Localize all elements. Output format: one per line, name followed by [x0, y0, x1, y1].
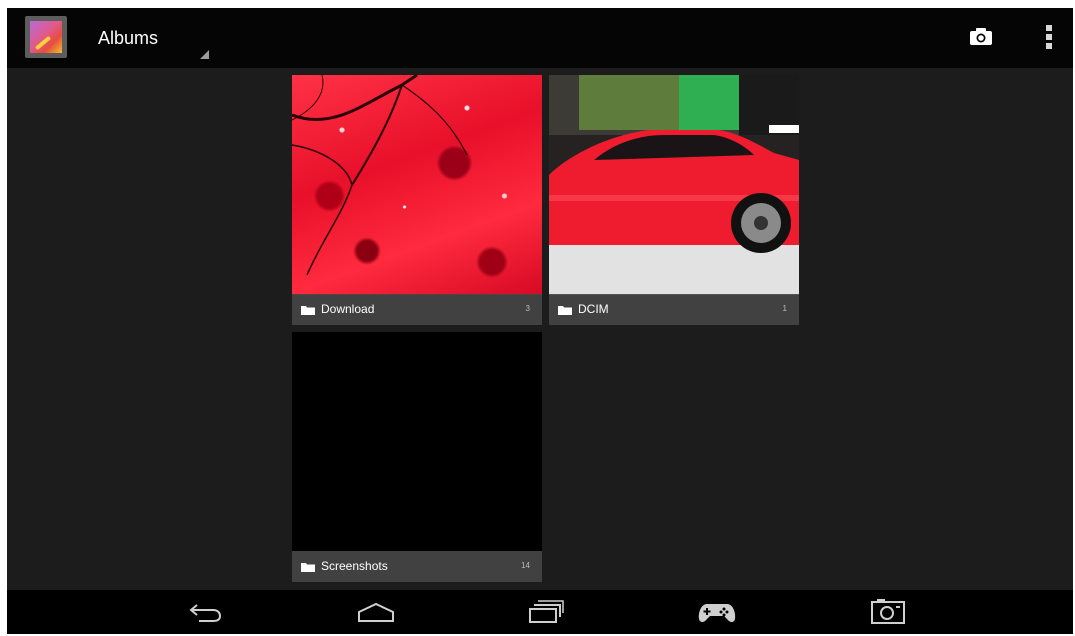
folder-icon [301, 306, 315, 315]
folder-icon [558, 306, 572, 315]
album-caption: Screenshots 14 [292, 551, 542, 582]
overflow-menu-icon[interactable] [1043, 25, 1055, 51]
navigation-bar [7, 590, 1073, 634]
camera-icon[interactable] [970, 28, 992, 45]
home-icon[interactable] [356, 599, 396, 625]
albums-spinner-title[interactable]: Albums [98, 28, 158, 49]
spinner-arrow-icon[interactable] [200, 50, 209, 59]
album-name: Screenshots [321, 559, 388, 573]
back-icon[interactable] [187, 599, 223, 625]
album-count: 1 [782, 304, 787, 313]
album-caption: Download 3 [292, 294, 542, 325]
album-thumbnail [549, 75, 799, 295]
album-name: DCIM [578, 302, 609, 316]
album-thumbnail [292, 75, 542, 295]
album-dcim[interactable]: DCIM 1 [549, 75, 799, 325]
recent-apps-icon[interactable] [527, 599, 565, 625]
folder-icon [301, 563, 315, 572]
gamepad-icon[interactable] [697, 599, 737, 625]
gallery-app-icon[interactable] [25, 16, 67, 58]
album-download[interactable]: Download 3 [292, 75, 542, 325]
album-screenshots[interactable]: Screenshots 14 [292, 332, 542, 582]
action-bar: Albums [7, 8, 1073, 68]
album-count: 14 [521, 561, 530, 570]
gallery-screen: Albums Download 3 DCIM 1 Screenshots 14 [7, 8, 1073, 634]
album-name: Download [321, 302, 375, 316]
album-count: 3 [525, 304, 530, 313]
album-caption: DCIM 1 [549, 294, 799, 325]
screenshot-icon[interactable] [869, 599, 907, 625]
